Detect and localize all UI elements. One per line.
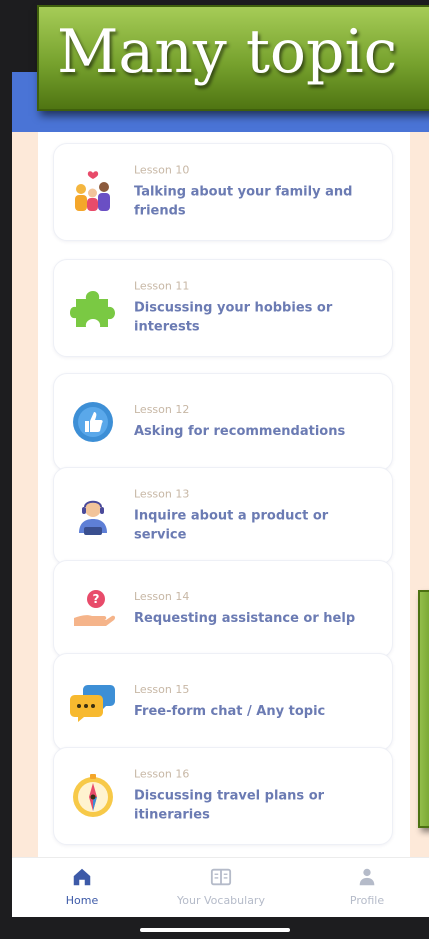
puzzle-icon (70, 291, 115, 327)
lesson-title: Talking about your family and friends (134, 184, 353, 219)
lesson-card-12[interactable]: Lesson 12 Asking for recommendations (53, 373, 393, 471)
thumbs-up-badge-icon (73, 402, 113, 442)
lesson-number: Lesson 12 (134, 403, 190, 416)
home-icon (73, 868, 91, 886)
promo-banner: Many topic (37, 5, 429, 111)
svg-text:?: ? (93, 592, 100, 606)
lesson-card-10[interactable]: Lesson 10 Talking about your family and … (53, 143, 393, 241)
lesson-title: Discussing travel plans or itineraries (134, 788, 325, 823)
lesson-card-11[interactable]: Lesson 11 Discussing your hobbies or int… (53, 259, 393, 357)
nav-profile-label: Profile (349, 894, 385, 907)
lesson-number: Lesson 10 (134, 163, 190, 177)
family-icon (75, 171, 110, 211)
nav-profile[interactable]: Profile (307, 866, 427, 907)
nav-home[interactable]: Home (22, 866, 142, 907)
lesson-card-13[interactable]: Lesson 13 Inquire about a product or ser… (53, 467, 393, 565)
banner-text: Many topic (57, 17, 398, 87)
lesson-title: Free-form chat / Any topic (134, 704, 326, 719)
support-agent-icon (79, 500, 107, 535)
lesson-title: Asking for recommendations (134, 424, 346, 439)
lesson-card-16[interactable]: Lesson 16 Discussing travel plans or iti… (53, 747, 393, 845)
nav-home-label: Home (65, 894, 99, 907)
lesson-number: Lesson 14 (134, 590, 190, 603)
home-gesture-indicator[interactable] (140, 928, 290, 932)
compass-icon (73, 774, 113, 817)
nav-your-vocabulary[interactable]: Your Vocabulary (161, 866, 281, 907)
question-hand-icon: ? (74, 590, 116, 626)
person-icon (359, 868, 375, 886)
lesson-card-15[interactable]: Lesson 15 Free-form chat / Any topic (53, 653, 393, 751)
promo-overlay-box (418, 590, 429, 828)
nav-your-vocabulary-label: Your Vocabulary (177, 894, 265, 907)
lesson-number: Lesson 13 (134, 487, 190, 501)
bottom-navigation: Home Your Vocabulary Profile (12, 857, 429, 918)
book-icon (210, 868, 232, 886)
lesson-number: Lesson 16 (134, 767, 190, 781)
device-bezel (0, 72, 12, 939)
lesson-title: Inquire about a product or service (134, 508, 329, 543)
lesson-card-14[interactable]: ? Lesson 14 Requesting assistance or hel… (53, 560, 393, 658)
lesson-title: Requesting assistance or help (134, 611, 356, 626)
lesson-number: Lesson 11 (134, 279, 190, 293)
lesson-number: Lesson 15 (134, 683, 190, 696)
chat-bubbles-icon (70, 685, 115, 722)
lesson-title: Discussing your hobbies or interests (134, 300, 333, 335)
